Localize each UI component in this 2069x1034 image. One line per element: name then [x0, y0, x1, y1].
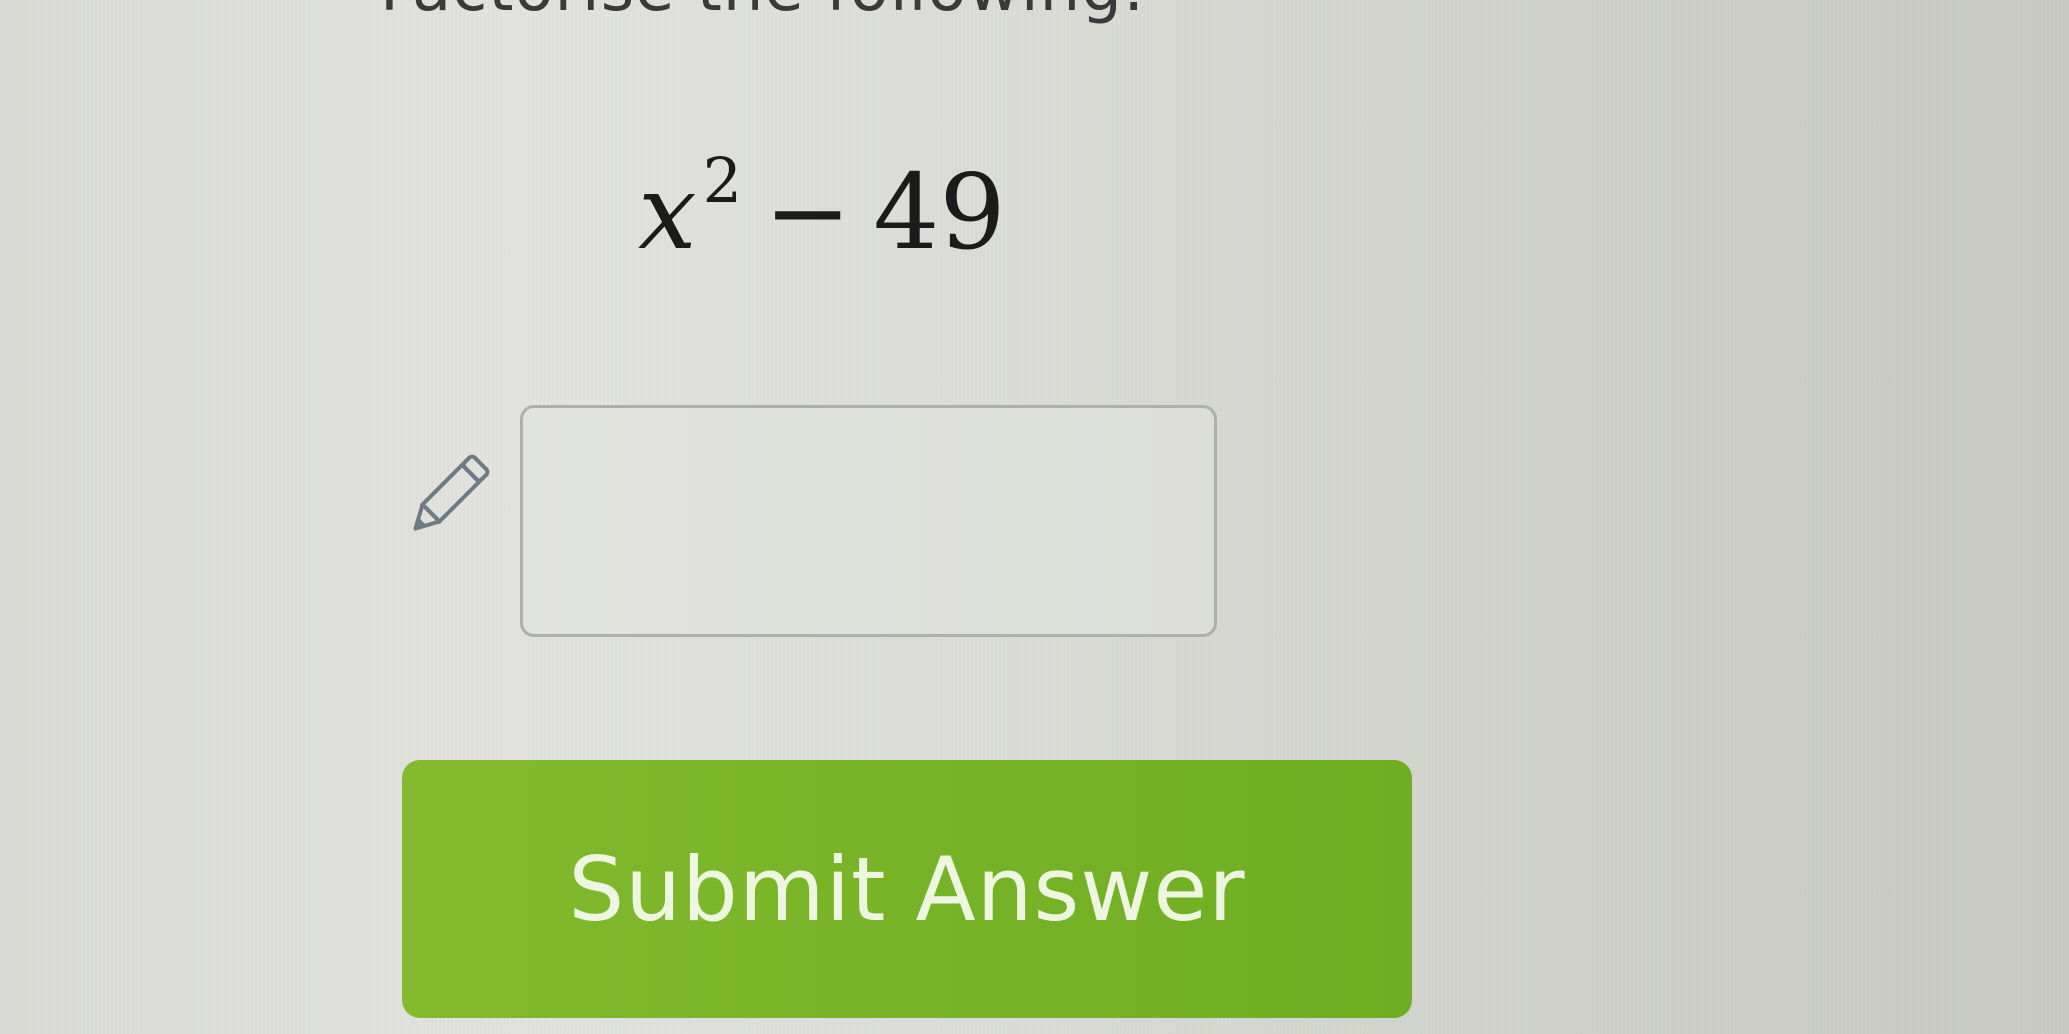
expression-variable: x [638, 151, 697, 273]
answer-input[interactable] [520, 405, 1217, 637]
expression-exponent: 2 [702, 144, 743, 217]
question-heading: Factorise the following: [380, 0, 1145, 26]
math-expression: x2−49 [638, 150, 1006, 265]
expression-operator: − [764, 151, 852, 273]
pencil-icon [398, 446, 498, 546]
submit-answer-button[interactable]: Submit Answer [402, 760, 1412, 1018]
expression-constant: 49 [873, 151, 1006, 273]
